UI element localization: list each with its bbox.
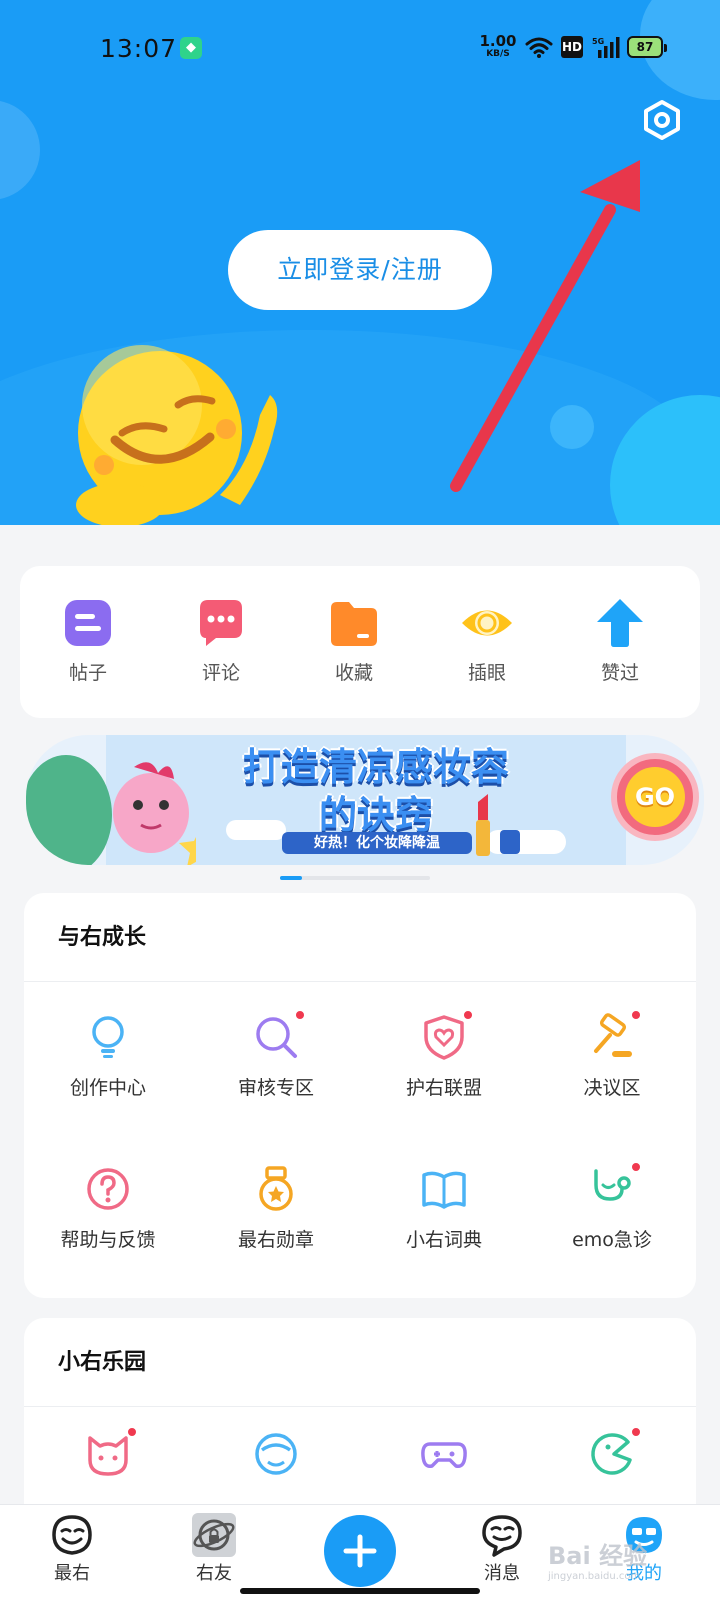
svg-text:5G: 5G	[592, 37, 604, 46]
shortcut-posts[interactable]: 帖子	[38, 596, 138, 685]
battery-indicator: 87	[627, 36, 667, 58]
banner-character	[26, 755, 196, 865]
shield-heart-icon	[424, 1015, 464, 1060]
astronaut-face-icon	[255, 1433, 297, 1475]
cat-face-icon	[88, 1436, 128, 1476]
banner-go-button[interactable]: GO	[611, 753, 699, 841]
annotation-arrow	[450, 160, 640, 492]
pacman-icon-wrap	[588, 1426, 642, 1478]
shortcut-bookmarks[interactable]: 插眼	[437, 596, 537, 685]
lightbulb-icon	[92, 1016, 124, 1058]
notification-dot	[462, 1009, 474, 1021]
network-speed: 1.00 KB/S	[479, 32, 517, 59]
baidu-watermark: Bai 经验 jingyan.baidu.com	[548, 1542, 648, 1582]
post-icon	[65, 600, 111, 646]
pacman-icon	[591, 1433, 632, 1475]
grid-item-resolution-zone[interactable]: 决议区	[528, 1009, 696, 1100]
notification-dot	[630, 1426, 642, 1438]
grid-item-park-2[interactable]	[192, 1430, 360, 1478]
shortcut-liked[interactable]: 赞过	[570, 596, 670, 685]
comment-icon	[200, 600, 242, 646]
signal-icon: 5G	[592, 37, 620, 58]
notification-dot	[294, 1009, 306, 1021]
profile-hero: 13:07 ◆ 1.00 KB/S HD 5G 87 立即登录/注册	[0, 0, 720, 525]
smile-face-icon	[52, 1515, 92, 1555]
section-title: 与右成长	[58, 925, 147, 950]
grid-item-guardian-league[interactable]: 护右联盟	[360, 1009, 528, 1100]
stethoscope-icon	[594, 1169, 631, 1201]
grid-item-creator-center[interactable]: 创作中心	[24, 1013, 192, 1100]
wifi-icon	[525, 37, 553, 58]
gavel-icon-wrap	[588, 1009, 642, 1061]
grid-item-medals[interactable]: 最右勋章	[192, 1165, 360, 1252]
question-icon	[87, 1168, 129, 1210]
gavel-icon	[594, 1013, 632, 1057]
message-face-icon	[482, 1515, 522, 1557]
section-title: 小右乐园	[58, 1350, 147, 1375]
banner-subtitle: 好热！化个妆降降温	[282, 832, 472, 854]
tab-friends[interactable]: 右友	[164, 1513, 264, 1585]
bg-bubble	[0, 100, 40, 200]
magnifier-icon-wrap	[252, 1009, 306, 1061]
shortcut-favorites[interactable]: 收藏	[304, 596, 404, 685]
book-icon	[422, 1171, 466, 1209]
planet-lock-icon	[192, 1513, 236, 1557]
folder-icon	[331, 602, 377, 646]
tab-messages[interactable]: 消息	[452, 1513, 552, 1585]
gamepad-icon	[421, 1442, 467, 1469]
cat-face-icon-wrap	[84, 1426, 138, 1478]
hd-badge: HD	[561, 36, 583, 58]
notification-dot	[126, 1426, 138, 1438]
notification-app-icon: ◆	[180, 37, 202, 59]
stethoscope-icon-wrap	[588, 1161, 642, 1213]
notification-dot	[630, 1009, 642, 1021]
magnifier-icon	[256, 1017, 297, 1058]
grid-item-dictionary[interactable]: 小右词典	[360, 1165, 528, 1252]
pager-active	[280, 876, 302, 880]
home-indicator[interactable]	[240, 1588, 480, 1594]
shortcut-comments[interactable]: 评论	[171, 596, 271, 685]
tab-home[interactable]: 最右	[22, 1513, 122, 1585]
upvote-arrow-icon	[597, 599, 643, 647]
grid-item-park-4[interactable]	[528, 1426, 696, 1478]
medal-icon	[259, 1166, 293, 1211]
login-register-button[interactable]: 立即登录/注册	[228, 230, 492, 310]
notification-dot	[630, 1161, 642, 1173]
grid-item-emo-clinic[interactable]: emo急诊	[528, 1161, 696, 1252]
settings-hexagon-icon[interactable]	[640, 98, 684, 142]
growth-section: 与右成长 创作中心 审核专区 护右联盟 决议区 帮助与反馈 最右勋章 小右词典 …	[24, 893, 696, 1298]
shield-heart-icon-wrap	[420, 1009, 474, 1061]
status-time: 13:07	[100, 34, 178, 63]
banner-pager	[280, 876, 430, 880]
grid-item-review-zone[interactable]: 审核专区	[192, 1009, 360, 1100]
divider	[24, 1406, 696, 1407]
eye-icon	[462, 610, 512, 636]
mascot-illustration	[76, 345, 278, 525]
grid-item-park-3[interactable]	[360, 1430, 528, 1478]
grid-item-park-1[interactable]	[24, 1426, 192, 1478]
plus-icon	[343, 1534, 377, 1568]
shortcut-card: 帖子 评论 收藏 插眼 赞过	[20, 566, 700, 718]
grid-item-help-feedback[interactable]: 帮助与反馈	[24, 1165, 192, 1252]
status-bar: 13:07 ◆ 1.00 KB/S HD 5G 87	[0, 0, 720, 96]
create-post-button[interactable]	[324, 1515, 396, 1587]
divider	[24, 981, 696, 982]
